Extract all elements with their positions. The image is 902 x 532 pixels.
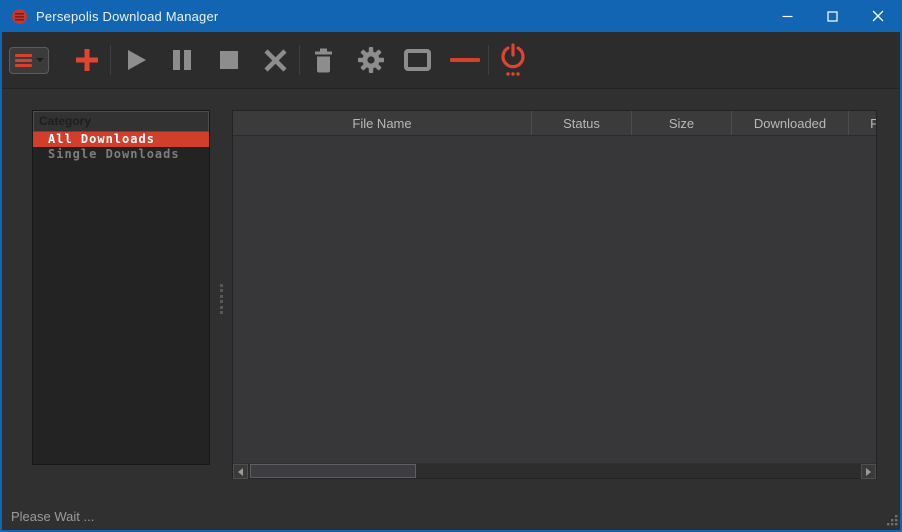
plus-icon: [75, 49, 98, 71]
x-icon: [264, 48, 287, 72]
window-frame-icon: [404, 49, 431, 71]
column-header-status[interactable]: Status: [532, 111, 632, 135]
hamburger-menu-icon: [14, 53, 32, 67]
horizontal-scrollbar: [233, 463, 876, 479]
menu-button[interactable]: [9, 46, 49, 74]
toolbar: [2, 32, 900, 89]
resume-button[interactable]: [111, 37, 158, 83]
trash-icon: [315, 48, 332, 72]
delete-button[interactable]: [300, 37, 347, 83]
pause-icon: [172, 50, 191, 70]
status-message: Please Wait ...: [11, 509, 95, 524]
sidebar-item-single-downloads[interactable]: Single Downloads: [33, 147, 209, 162]
title-bar: Persepolis Download Manager: [2, 0, 900, 32]
close-icon: [872, 10, 883, 22]
minimize-icon: [782, 15, 793, 17]
table-header-row: File Name Status Size Downloaded Percent: [233, 111, 876, 136]
scrollbar-track[interactable]: [248, 464, 861, 478]
sidebar-item-all-downloads[interactable]: All Downloads: [33, 132, 209, 147]
gear-icon: [357, 47, 384, 73]
preferences-button[interactable]: [347, 37, 394, 83]
splitter-handle[interactable]: [217, 284, 225, 314]
download-table: File Name Status Size Downloaded Percent: [232, 110, 877, 479]
window-controls: [765, 0, 900, 32]
column-header-size[interactable]: Size: [632, 111, 732, 135]
video-window-button[interactable]: [394, 37, 441, 83]
scrollbar-thumb[interactable]: [250, 464, 416, 478]
stop-icon: [219, 51, 238, 69]
add-download-button[interactable]: [63, 37, 110, 83]
column-header-file-name[interactable]: File Name: [233, 111, 532, 135]
app-icon[interactable]: [11, 8, 28, 25]
maximize-icon: [827, 10, 838, 22]
chevron-down-icon: [35, 58, 44, 62]
scroll-right-button[interactable]: [861, 464, 876, 479]
power-icon: [500, 43, 525, 76]
play-icon: [127, 50, 146, 70]
table-body-empty: [233, 136, 876, 462]
column-header-percent[interactable]: Percent: [849, 111, 876, 135]
pause-button[interactable]: [158, 37, 205, 83]
close-button[interactable]: [855, 0, 900, 32]
arrow-right-icon: [866, 467, 871, 476]
maximize-button[interactable]: [810, 0, 855, 32]
app-window: Persepolis Download Manager Category All…: [0, 0, 902, 532]
horizontal-line-icon: [449, 58, 480, 62]
scroll-left-button[interactable]: [233, 464, 248, 479]
category-header: Category: [33, 111, 209, 132]
minimize-button[interactable]: [765, 0, 810, 32]
resize-grip-icon[interactable]: [884, 514, 898, 528]
hide-menu-button[interactable]: [441, 37, 488, 83]
column-header-downloaded[interactable]: Downloaded: [732, 111, 849, 135]
arrow-left-icon: [238, 467, 243, 476]
remove-button[interactable]: [252, 37, 299, 83]
exit-button[interactable]: [489, 37, 536, 83]
window-title: Persepolis Download Manager: [36, 8, 219, 24]
category-panel: Category All Downloads Single Downloads: [32, 110, 210, 465]
stop-button[interactable]: [205, 37, 252, 83]
status-bar: Please Wait ...: [2, 502, 900, 530]
